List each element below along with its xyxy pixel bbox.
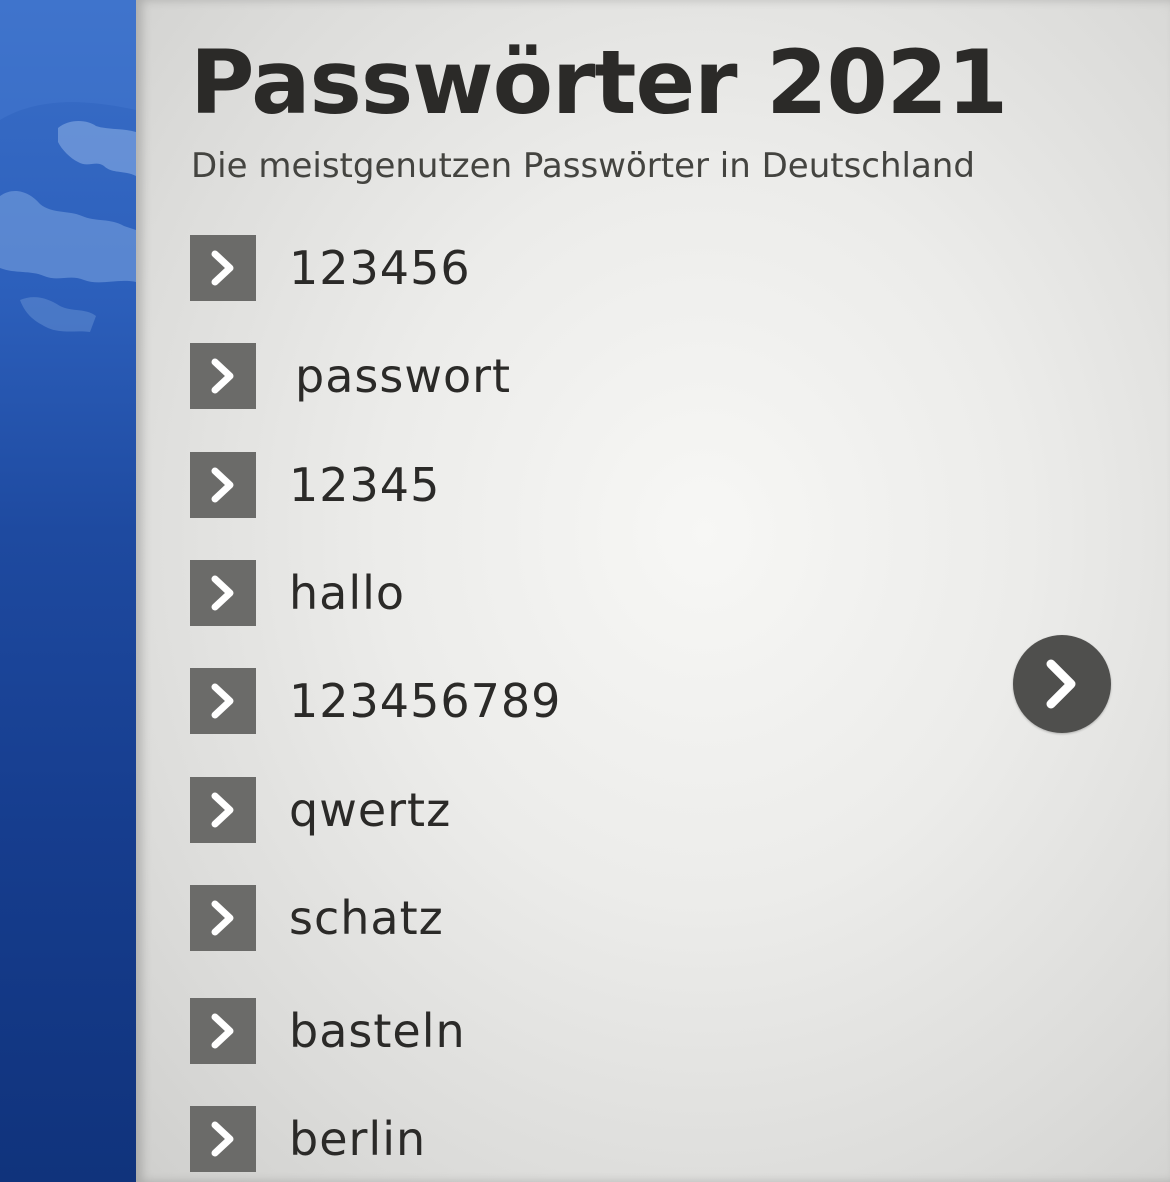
password-label: 12345 bbox=[289, 458, 441, 512]
list-item[interactable]: 123456789 bbox=[190, 668, 890, 734]
europe-map-graphic bbox=[0, 0, 136, 332]
password-label: schatz bbox=[289, 891, 444, 945]
list-item[interactable]: passwort bbox=[190, 343, 890, 409]
password-label: 123456789 bbox=[289, 674, 562, 728]
list-item[interactable]: 12345 bbox=[190, 452, 890, 518]
chevron-right-icon bbox=[190, 235, 256, 301]
chevron-right-icon bbox=[190, 452, 256, 518]
password-label: passwort bbox=[295, 349, 512, 403]
password-label: hallo bbox=[289, 566, 406, 620]
page-title: Passwörter 2021 bbox=[190, 31, 1008, 134]
next-button[interactable] bbox=[1013, 635, 1111, 733]
password-label: qwertz bbox=[289, 783, 452, 837]
chevron-right-icon bbox=[190, 885, 256, 951]
chevron-right-icon bbox=[190, 343, 256, 409]
chevron-right-icon bbox=[190, 998, 256, 1064]
content-panel: Passwörter 2021 Die meistgenutzen Passwö… bbox=[136, 0, 1170, 1182]
background-globe-band bbox=[0, 0, 136, 1182]
password-label: basteln bbox=[289, 1004, 466, 1058]
chevron-right-icon bbox=[190, 560, 256, 626]
page-subtitle: Die meistgenutzen Passwörter in Deutschl… bbox=[191, 146, 975, 186]
password-label: 123456 bbox=[289, 241, 471, 295]
list-item[interactable]: schatz bbox=[190, 885, 890, 951]
list-item[interactable]: berlin bbox=[190, 1106, 890, 1172]
chevron-right-icon bbox=[190, 668, 256, 734]
chevron-right-icon bbox=[190, 1106, 256, 1172]
list-item[interactable]: 123456 bbox=[190, 235, 890, 301]
chevron-right-icon bbox=[1046, 659, 1076, 709]
list-item[interactable]: hallo bbox=[190, 560, 890, 626]
password-label: berlin bbox=[289, 1112, 427, 1166]
chevron-right-icon bbox=[190, 777, 256, 843]
list-item[interactable]: qwertz bbox=[190, 777, 890, 843]
list-item[interactable]: basteln bbox=[190, 998, 890, 1064]
